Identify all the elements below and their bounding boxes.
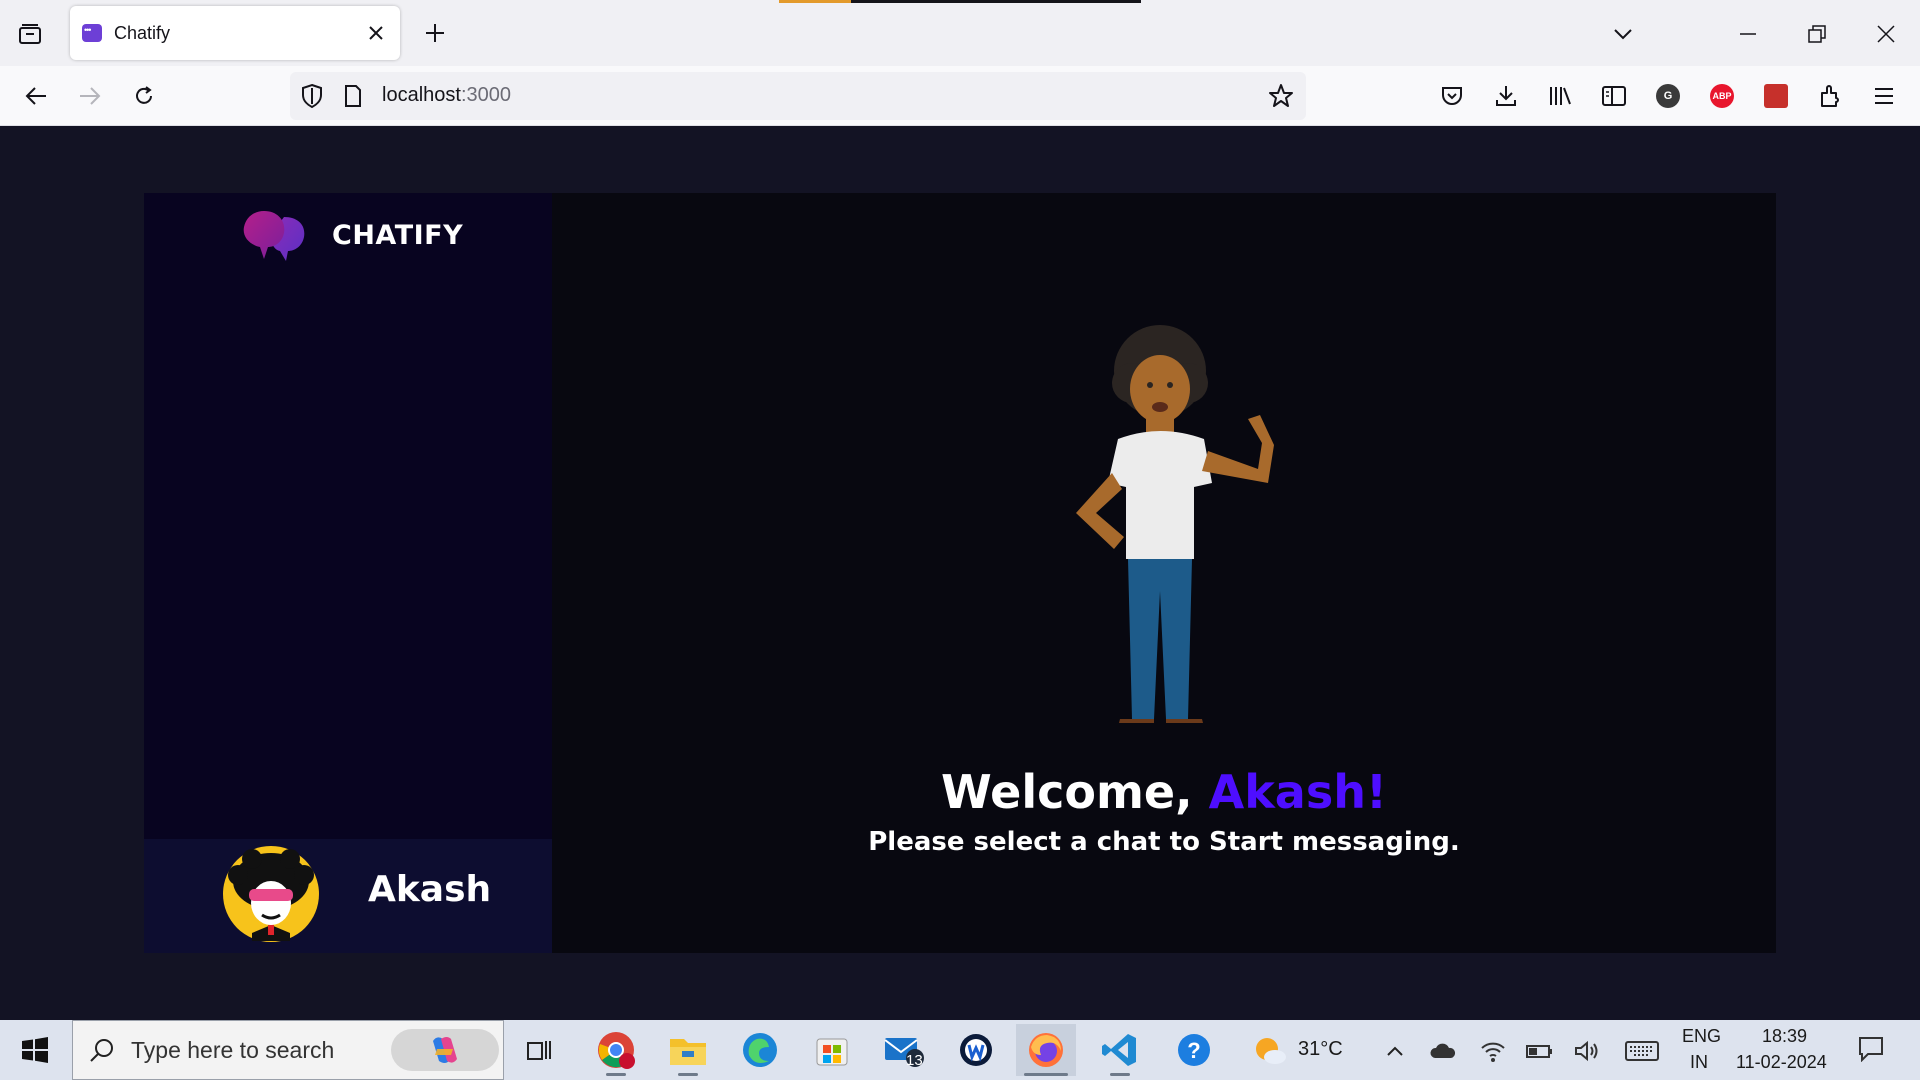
restore-icon <box>1808 25 1826 43</box>
minimize-button[interactable] <box>1728 14 1768 54</box>
store-icon <box>816 1038 848 1066</box>
address-bar[interactable]: localhost:3000 <box>290 72 1306 120</box>
chevron-down-icon <box>1614 29 1632 40</box>
clock-date[interactable]: 11-02-2024 <box>1736 1052 1827 1073</box>
chat-bubbles-logo-icon <box>243 211 305 261</box>
brand-name: CHATIFY <box>332 219 464 251</box>
copilot-button[interactable] <box>391 1029 499 1071</box>
chat-app-container: CHATIFY Akash Welcome, Akash! Please sel… <box>144 193 1776 953</box>
user-avatar <box>223 846 319 942</box>
battery-icon[interactable] <box>1524 1036 1554 1066</box>
taskbar-app-w[interactable] <box>946 1024 1006 1076</box>
taskbar-chrome[interactable] <box>586 1024 646 1076</box>
edge-icon <box>743 1033 777 1067</box>
taskbar-edge[interactable] <box>730 1024 790 1076</box>
windows-taskbar: Type here to search 13 ? 31°C ENG IN 18:… <box>0 1020 1920 1080</box>
chrome-icon <box>598 1032 635 1069</box>
tab-overview-button[interactable] <box>12 16 48 52</box>
extensions-icon[interactable] <box>1812 78 1848 114</box>
arrow-right-icon <box>80 87 101 105</box>
page-info-icon[interactable] <box>344 84 362 113</box>
welcome-panel: Welcome, Akash! Please select a chat to … <box>552 193 1776 953</box>
contacts-sidebar: CHATIFY Akash <box>144 193 552 953</box>
chatify-favicon-icon <box>82 24 102 42</box>
mail-unread-count: 13 <box>906 1052 923 1069</box>
taskbar-firefox[interactable] <box>1016 1024 1076 1076</box>
new-tab-button[interactable] <box>418 16 452 50</box>
pocket-icon[interactable] <box>1434 78 1470 114</box>
language-region[interactable]: IN <box>1690 1052 1708 1073</box>
app-w-icon <box>960 1034 992 1066</box>
task-view-icon <box>527 1041 551 1060</box>
tab-chatify[interactable]: Chatify <box>70 6 400 60</box>
reload-icon <box>136 86 152 104</box>
welcome-username: Akash! <box>1208 765 1387 819</box>
forward-button[interactable] <box>72 78 108 114</box>
restore-button[interactable] <box>1797 14 1837 54</box>
weather-temperature[interactable]: 31°C <box>1298 1038 1343 1061</box>
current-user-name: Akash <box>368 869 492 910</box>
language-code[interactable]: ENG <box>1682 1026 1721 1047</box>
downloads-icon[interactable] <box>1488 78 1524 114</box>
clock-time[interactable]: 18:39 <box>1762 1026 1807 1047</box>
taskbar-mail[interactable]: 13 <box>874 1024 934 1076</box>
task-view-button[interactable] <box>510 1024 570 1076</box>
keyboard-icon[interactable] <box>1624 1036 1660 1066</box>
list-all-tabs-button[interactable] <box>1603 14 1643 54</box>
taskbar-store[interactable] <box>802 1024 862 1076</box>
taskbar-file-explorer[interactable] <box>658 1024 718 1076</box>
extension-icon[interactable] <box>1758 78 1794 114</box>
minimize-icon <box>1740 33 1756 35</box>
adblock-icon[interactable]: ABP <box>1704 78 1740 114</box>
welcome-heading: Welcome, Akash! <box>941 765 1387 819</box>
svg-text:?: ? <box>1187 1038 1200 1063</box>
grammarly-icon[interactable]: G <box>1650 78 1686 114</box>
current-user-panel: Akash <box>144 839 552 953</box>
bookmark-star-icon[interactable] <box>1268 83 1294 114</box>
extension-badge <box>1764 84 1788 108</box>
vscode-icon <box>1102 1034 1136 1066</box>
url-text: localhost:3000 <box>382 84 511 106</box>
close-icon <box>369 26 383 40</box>
taskbar-help[interactable]: ? <box>1164 1024 1224 1076</box>
onedrive-icon[interactable] <box>1428 1036 1458 1066</box>
copilot-icon <box>433 1037 457 1063</box>
tab-close-button[interactable] <box>364 21 388 45</box>
reload-button[interactable] <box>126 78 162 114</box>
plus-icon <box>426 24 444 42</box>
help-icon: ? <box>1178 1034 1210 1066</box>
close-icon <box>1877 25 1895 43</box>
menu-icon[interactable] <box>1866 78 1902 114</box>
page-loading-indicator <box>779 0 1141 3</box>
arrow-left-icon <box>25 87 46 105</box>
tab-overview-icon <box>19 24 41 44</box>
tab-title: Chatify <box>114 22 171 43</box>
start-button[interactable] <box>12 1032 58 1068</box>
browser-tab-bar: Chatify <box>0 0 1920 66</box>
sidebar-icon[interactable] <box>1596 78 1632 114</box>
firefox-icon <box>1029 1033 1063 1067</box>
back-button[interactable] <box>18 78 54 114</box>
browser-nav-bar: localhost:3000 G ABP <box>0 66 1920 126</box>
chevron-up-icon[interactable] <box>1380 1036 1410 1066</box>
tracking-protection-icon[interactable] <box>300 83 324 114</box>
brand: CHATIFY <box>240 207 463 263</box>
windows-logo-icon <box>22 1037 48 1063</box>
waving-person-illustration <box>1076 325 1274 723</box>
notification-icon[interactable] <box>1856 1034 1886 1064</box>
taskbar-vscode[interactable] <box>1090 1024 1150 1076</box>
search-placeholder: Type here to search <box>131 1037 335 1063</box>
weather-icon[interactable] <box>1252 1032 1288 1068</box>
welcome-subtitle: Please select a chat to Start messaging. <box>868 827 1460 857</box>
volume-icon[interactable] <box>1572 1036 1602 1066</box>
folder-icon <box>670 1039 706 1065</box>
taskbar-search[interactable]: Type here to search <box>72 1020 504 1080</box>
wifi-icon[interactable] <box>1478 1036 1508 1066</box>
close-window-button[interactable] <box>1866 14 1906 54</box>
search-icon <box>90 1039 113 1062</box>
library-icon[interactable] <box>1542 78 1578 114</box>
